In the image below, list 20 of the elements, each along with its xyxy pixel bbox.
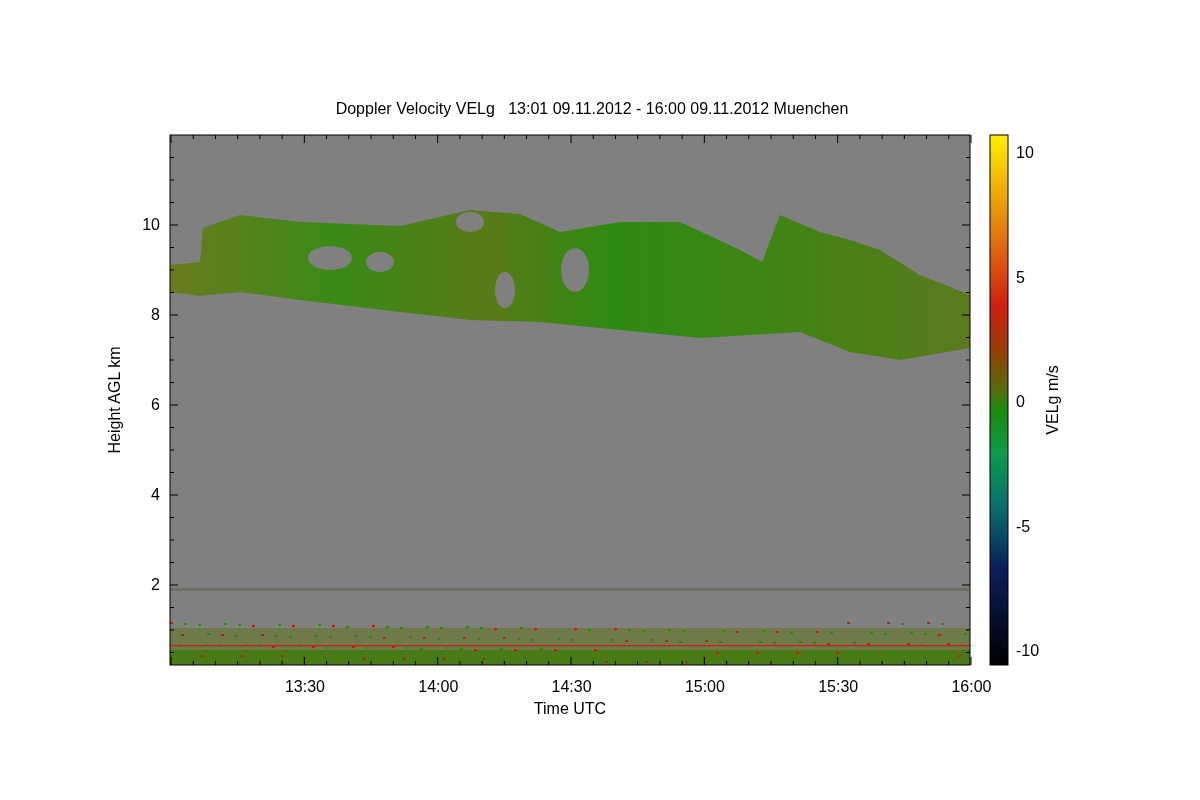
colorbar-tick-label: -10 bbox=[1016, 642, 1040, 659]
y-tick-label: 6 bbox=[151, 396, 160, 413]
colorbar-tick-label: 0 bbox=[1016, 393, 1025, 410]
x-axis-label: Time UTC bbox=[533, 700, 607, 717]
colorbar-label: VELg m/s bbox=[1044, 365, 1061, 435]
y-tick-label: 2 bbox=[151, 576, 160, 593]
colorbar-tick-label: 10 bbox=[1016, 144, 1034, 161]
y-axis-label: Height AGL km bbox=[106, 346, 123, 454]
y-tick-label: 10 bbox=[142, 216, 160, 233]
x-tick-label: 15:00 bbox=[684, 678, 725, 695]
x-tick-label: 14:30 bbox=[551, 678, 592, 695]
chart-title: Doppler Velocity VELg 13:01 09.11.2012 - 16:00 09.11.2012 Muenchen bbox=[335, 100, 849, 117]
x-tick-label: 14:00 bbox=[418, 678, 459, 695]
x-tick-label: 13:30 bbox=[285, 678, 325, 695]
y-tick-label: 4 bbox=[151, 486, 160, 503]
colorbar-tick-label: 5 bbox=[1016, 268, 1025, 286]
x-tick-label: 15:30 bbox=[818, 678, 859, 695]
x-tick-label: 16:00 bbox=[951, 678, 992, 695]
colorbar-tick-label: -5 bbox=[1016, 517, 1031, 535]
y-tick-label: 8 bbox=[151, 306, 160, 323]
